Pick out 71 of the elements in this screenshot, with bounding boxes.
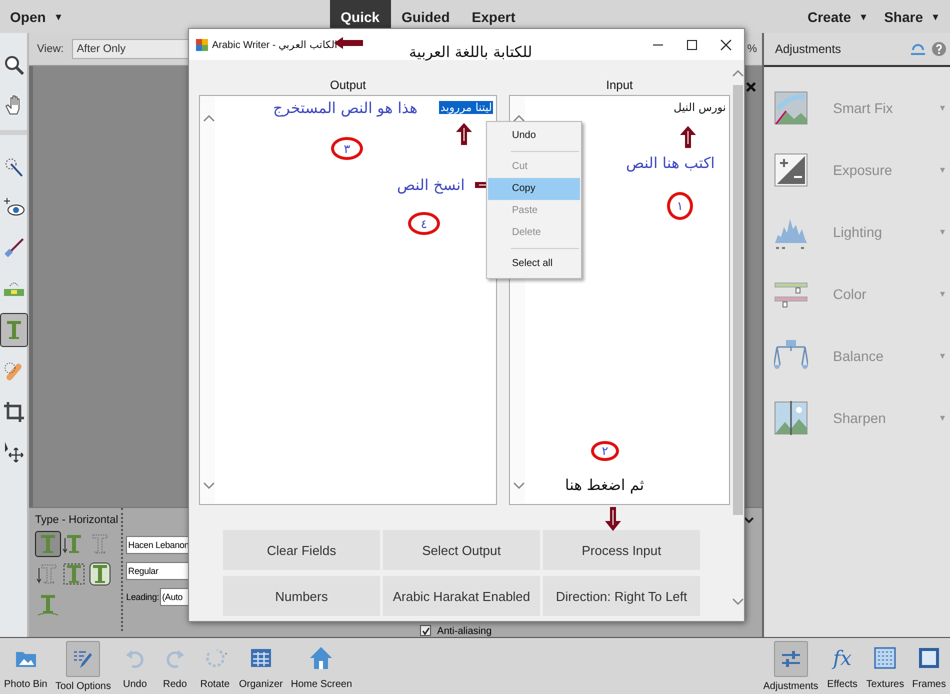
field-label: Input xyxy=(606,78,633,92)
scroll-up-icon[interactable] xyxy=(203,113,215,124)
dialog-button[interactable]: Arabic Harakat Enabled xyxy=(383,576,540,616)
leading-label: Leading: xyxy=(126,592,160,602)
split-photo-icon[interactable] xyxy=(774,401,808,435)
arrow-icon xyxy=(605,507,621,531)
selected-text: ليتنا مرروبد xyxy=(439,101,493,114)
annotation-text: اكتب هنا النص xyxy=(626,154,715,172)
dialog-button[interactable]: Direction: Right To Left xyxy=(543,576,700,616)
help-icon[interactable] xyxy=(932,42,946,56)
annotation-text: ثم اضغط هنا xyxy=(565,476,644,494)
texture-icon xyxy=(873,646,898,670)
annotation-text: انسخ النص xyxy=(397,176,465,194)
text-area[interactable]: ليتنا مرروبد هذا هو النص المستخرج ٣ انسخ النص ٤ xyxy=(199,95,497,505)
scrollbar-thumb[interactable] xyxy=(733,85,743,515)
scroll-down-icon[interactable] xyxy=(732,596,744,607)
field-label: Output xyxy=(330,78,366,92)
menu-button[interactable]: Share ▾ xyxy=(884,8,938,24)
collapse-icon[interactable] xyxy=(744,516,754,524)
step-number: ٤ xyxy=(408,212,440,235)
taskbar-button[interactable]: Organizer xyxy=(234,641,287,690)
arrow-icon xyxy=(456,123,472,145)
taskbar-button[interactable]: fx Effects xyxy=(822,641,862,690)
dialog-button[interactable]: Clear Fields xyxy=(223,530,380,570)
panel-title: Adjustments xyxy=(775,42,842,56)
step-number: ٢ xyxy=(591,441,619,461)
scroll-up-icon[interactable] xyxy=(513,113,525,124)
checkbox[interactable] xyxy=(420,625,432,636)
taskbar-button[interactable]: Textures xyxy=(862,641,908,690)
close-icon[interactable] xyxy=(720,38,732,50)
annotation-text: هذا هو النص المستخرج xyxy=(273,99,418,117)
taskbar-button[interactable]: Undo xyxy=(114,641,155,690)
dialog-button[interactable]: Numbers xyxy=(223,576,380,616)
step-number: ١ xyxy=(667,192,693,220)
taskbar-button[interactable]: Tool Options xyxy=(51,641,115,692)
zoom-text: % xyxy=(747,43,758,55)
type-icon[interactable] xyxy=(0,313,28,347)
panel-title: Type - Horizontal xyxy=(35,514,118,526)
scroll-down-icon[interactable] xyxy=(513,480,525,491)
landscape-icon[interactable] xyxy=(774,91,808,125)
taskbar-button[interactable]: Redo xyxy=(154,641,195,690)
house-icon xyxy=(309,646,334,670)
type-icon[interactable] xyxy=(35,531,61,557)
maximize-icon[interactable] xyxy=(686,38,698,50)
taskbar-button[interactable]: Frames xyxy=(908,641,950,690)
scroll-up-icon[interactable] xyxy=(732,68,744,79)
taskbar-button[interactable]: Adjustments xyxy=(759,641,822,692)
scroll-down-icon[interactable] xyxy=(203,480,215,491)
taskbar-button[interactable]: Rotate xyxy=(194,641,235,690)
check-icon xyxy=(422,626,430,634)
open-menu[interactable]: Open ▾ xyxy=(10,8,61,24)
fx-icon: fx xyxy=(832,646,852,670)
step-number: ٣ xyxy=(331,137,363,160)
window-title: Arabic Writer - الكاتب العربي xyxy=(212,38,338,50)
app-icon xyxy=(196,38,208,50)
taskbar-button[interactable]: Home Screen xyxy=(286,641,356,690)
view-label: View: xyxy=(37,43,64,55)
type-on-shape-icon[interactable] xyxy=(87,561,113,587)
annotation-text: للكتابة باللغة العربية xyxy=(409,43,532,61)
checkbox-label: Anti-aliasing xyxy=(437,626,492,637)
frame-icon xyxy=(917,646,942,670)
dialog-button[interactable]: Process Input xyxy=(543,530,700,570)
menu-button[interactable]: Create ▾ xyxy=(807,8,866,24)
arrow-icon xyxy=(680,126,696,148)
exposure-icon[interactable] xyxy=(774,153,808,187)
input-text: نورس النيل xyxy=(674,101,726,114)
type-on-selection-icon[interactable] xyxy=(61,561,87,587)
menu-item[interactable]: Copy xyxy=(488,178,580,200)
grid-icon xyxy=(248,646,273,670)
dialog-button[interactable]: Select Output xyxy=(383,530,540,570)
taskbar-button[interactable]: Photo Bin xyxy=(0,641,52,690)
